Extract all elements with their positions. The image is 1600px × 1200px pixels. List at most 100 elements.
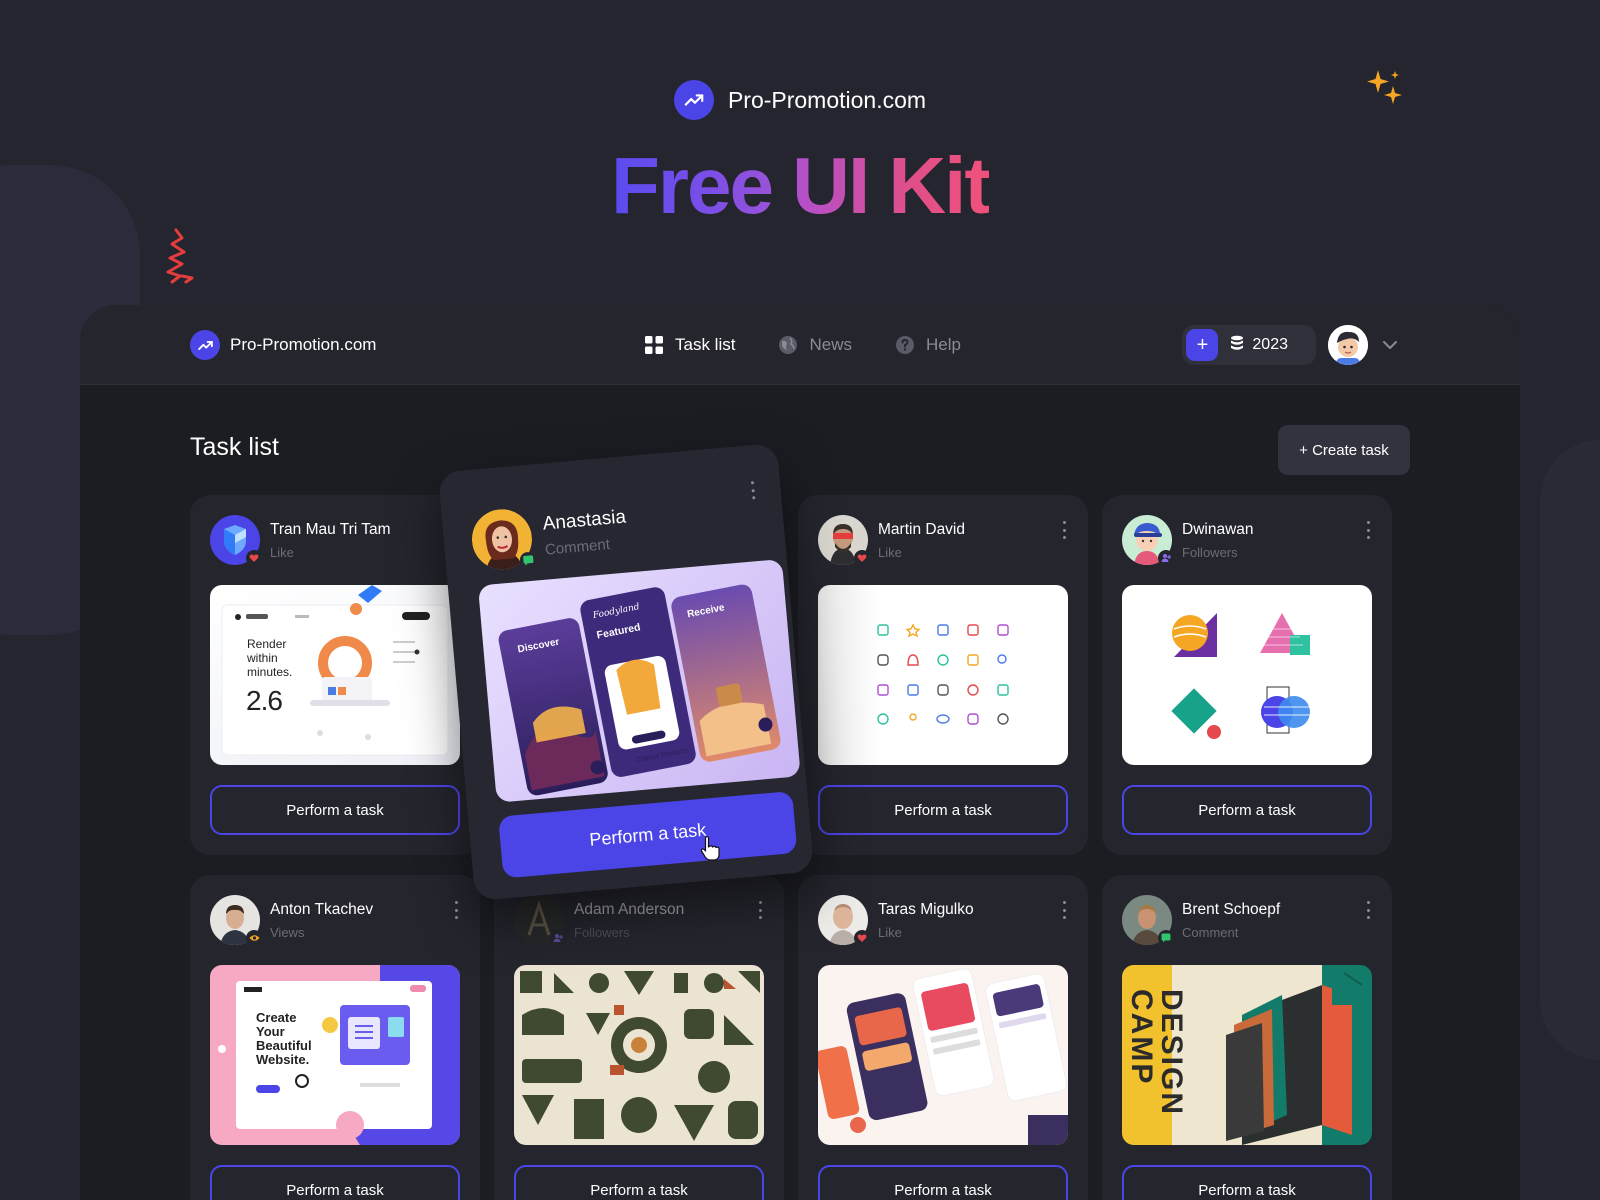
preview-stat: 2.6 <box>246 685 283 716</box>
user-avatar[interactable] <box>1328 325 1368 365</box>
more-options-icon[interactable] <box>1364 521 1372 539</box>
more-options-icon[interactable] <box>1060 901 1068 919</box>
nav-item-news[interactable]: News <box>777 334 852 356</box>
task-preview-image <box>818 585 1068 765</box>
chevron-down-icon[interactable] <box>1380 335 1400 355</box>
avatar[interactable] <box>1122 515 1174 566</box>
featured-task-card: Anastasia Comment Discover Foodyland Fea… <box>437 443 815 901</box>
avatar[interactable] <box>818 515 870 566</box>
avatar[interactable] <box>818 895 870 946</box>
main-nav: Task list News Help <box>643 305 961 385</box>
perform-task-button[interactable]: Perform a task <box>818 1165 1068 1200</box>
background-blob-right <box>1540 440 1600 1060</box>
task-card: Adam Anderson Followers Perform a task <box>494 875 784 1200</box>
card-header: Tran Mau Tri Tam Like <box>210 515 391 566</box>
perform-task-button[interactable]: Perform a task <box>1122 1165 1372 1200</box>
preview-text-line: DESIGN <box>1155 989 1188 1117</box>
more-options-icon[interactable] <box>748 481 758 500</box>
task-card: Dwinawan Followers Perform a task <box>1102 495 1392 855</box>
card-task-type: Like <box>878 924 902 940</box>
card-header: Anastasia Comment <box>469 498 629 572</box>
avatar[interactable] <box>469 506 537 572</box>
more-options-icon[interactable] <box>756 901 764 919</box>
topbar-brand[interactable]: Pro-Promotion.com <box>190 330 376 360</box>
nav-item-task-list[interactable]: Task list <box>643 334 735 356</box>
more-options-icon[interactable] <box>452 901 460 919</box>
heart-icon <box>854 930 870 946</box>
card-task-type: Followers <box>1182 544 1238 560</box>
comment-icon <box>519 551 537 569</box>
add-button[interactable]: + <box>1186 329 1219 361</box>
task-preview-image <box>1122 585 1372 765</box>
card-author-name[interactable]: Adam Anderson <box>574 901 684 919</box>
task-preview-image: Render within minutes. 2.6 <box>210 585 460 765</box>
card-author-name[interactable]: Tran Mau Tri Tam <box>270 521 391 539</box>
create-task-button[interactable]: + Create task <box>1278 425 1410 475</box>
year-selector[interactable]: + 2023 <box>1182 325 1316 365</box>
squiggle-icon <box>162 228 198 289</box>
task-preview-image <box>514 965 764 1145</box>
preview-text-line: minutes. <box>247 665 293 679</box>
avatar[interactable] <box>514 895 566 946</box>
hero-title: Free UI Kit <box>0 140 1600 232</box>
year-value: 2023 <box>1252 336 1288 353</box>
preview-headline: Create Your Beautiful Website. <box>256 1011 312 1067</box>
task-preview-image: DESIGN CAMP <box>1122 965 1372 1145</box>
card-author-name[interactable]: Taras Migulko <box>878 901 974 919</box>
trending-up-icon <box>673 80 714 120</box>
preview-text-line: Create <box>256 1010 297 1025</box>
preview-text-line: within <box>247 651 278 665</box>
card-header: Taras Migulko Like <box>818 895 974 946</box>
perform-task-button[interactable]: Perform a task <box>514 1165 764 1200</box>
preview-title: DESIGN CAMP <box>1125 989 1188 1145</box>
card-author-name[interactable]: Anastasia <box>542 506 627 535</box>
more-options-icon[interactable] <box>1060 521 1068 539</box>
more-options-icon[interactable] <box>1364 901 1372 919</box>
person-add-icon <box>550 930 566 946</box>
person-add-icon <box>1158 550 1174 566</box>
task-card: Martin David Like Perform a task <box>798 495 1088 855</box>
card-header: Martin David Like <box>818 515 965 566</box>
nav-item-help[interactable]: Help <box>894 334 961 356</box>
hero-brand-name: Pro-Promotion.com <box>727 86 927 113</box>
perform-task-button[interactable]: Perform a task <box>498 790 798 879</box>
avatar[interactable] <box>1122 895 1174 946</box>
task-card: Taras Migulko Like Perform a task <box>798 875 1088 1200</box>
perform-task-button[interactable]: Perform a task <box>1122 785 1372 835</box>
preview-headline: Render within minutes. <box>247 637 292 679</box>
task-card: Anton Tkachev Views Create Your Beautifu… <box>190 875 480 1200</box>
globe-icon <box>777 334 799 356</box>
trending-up-icon <box>190 330 220 360</box>
task-preview-image: Discover Foodyland Featured Cheese Produ… <box>477 558 801 803</box>
card-author-name[interactable]: Brent Schoepf <box>1182 901 1280 919</box>
card-author-name[interactable]: Martin David <box>878 521 965 539</box>
card-task-type: Views <box>270 924 305 940</box>
card-task-type: Like <box>878 544 902 560</box>
help-icon <box>894 334 916 356</box>
avatar[interactable] <box>210 515 262 566</box>
nav-label: News <box>809 335 852 354</box>
comment-icon <box>1158 930 1174 946</box>
year-display: 2023 <box>1230 335 1288 356</box>
hero-brand: Pro-Promotion.com <box>0 80 1600 120</box>
page-title: Task list <box>190 433 279 461</box>
topbar-right: + 2023 <box>1182 325 1400 365</box>
card-author-name[interactable]: Dwinawan <box>1182 521 1254 539</box>
card-header: Dwinawan Followers <box>1122 515 1254 566</box>
card-task-type: Comment <box>1182 924 1239 940</box>
card-author-name[interactable]: Anton Tkachev <box>270 901 373 919</box>
heart-icon <box>854 550 870 566</box>
card-task-type: Like <box>270 544 294 560</box>
card-task-type: Followers <box>574 924 630 940</box>
topbar-brand-name: Pro-Promotion.com <box>230 335 377 354</box>
card-task-type: Comment <box>544 535 611 559</box>
task-card: Brent Schoepf Comment DESIGN CAMP Perfor… <box>1102 875 1392 1200</box>
perform-task-button[interactable]: Perform a task <box>210 1165 460 1200</box>
card-header: Adam Anderson Followers <box>514 895 684 946</box>
avatar[interactable] <box>210 895 262 946</box>
perform-task-button[interactable]: Perform a task <box>818 785 1068 835</box>
perform-task-button[interactable]: Perform a task <box>210 785 460 835</box>
card-header: Anton Tkachev Views <box>210 895 373 946</box>
preview-text-line: CAMP <box>1125 989 1158 1086</box>
nav-label: Help <box>925 335 961 354</box>
